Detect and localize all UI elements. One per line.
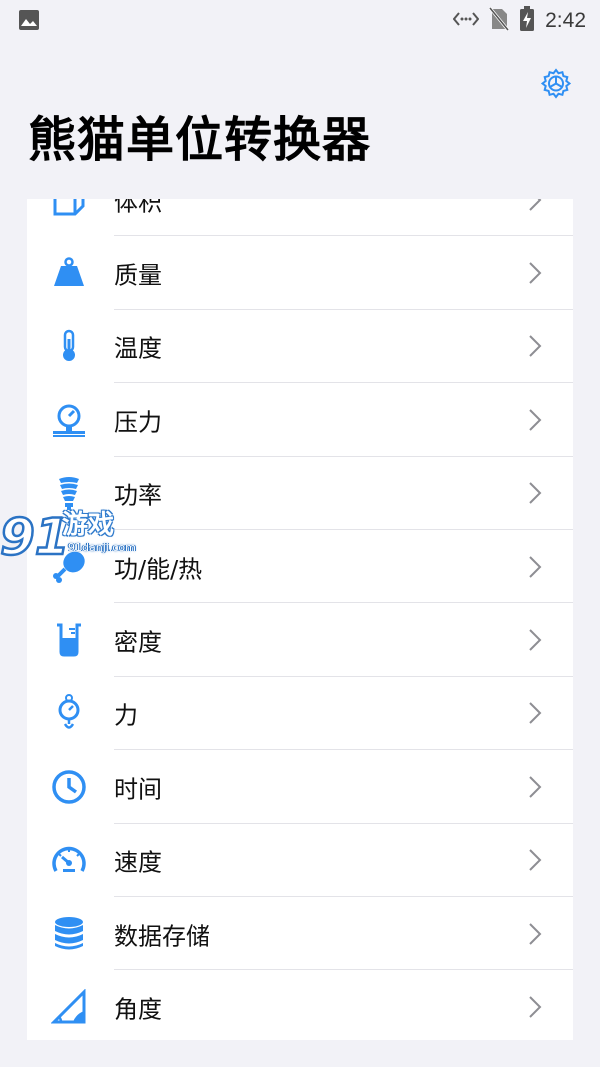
list-item-density[interactable]: 密度 bbox=[27, 603, 573, 677]
volume-cube-icon bbox=[49, 199, 89, 220]
list-item-pressure[interactable]: 压力 bbox=[27, 383, 573, 457]
image-icon bbox=[18, 9, 40, 35]
watermark-domain: 91danji.com bbox=[68, 541, 136, 554]
list-item-label: 角度 bbox=[114, 995, 162, 1024]
chevron-right-icon bbox=[527, 701, 543, 725]
list-item-label: 力 bbox=[114, 701, 138, 730]
list-item-label: 质量 bbox=[114, 261, 162, 290]
chevron-right-icon bbox=[527, 408, 543, 432]
status-time: 2:42 bbox=[545, 9, 586, 32]
list-item-angle[interactable]: 角度 bbox=[27, 970, 573, 1040]
angle-ruler-icon bbox=[49, 987, 89, 1027]
chevron-right-icon bbox=[527, 628, 543, 652]
battery-charging-icon bbox=[519, 6, 535, 36]
chevron-right-icon bbox=[527, 922, 543, 946]
watermark-brand: 游戏 bbox=[62, 510, 115, 540]
list-item-volume[interactable]: 体积 bbox=[27, 199, 573, 237]
list-item-label: 密度 bbox=[114, 628, 162, 657]
page-title: 熊猫单位转换器 bbox=[28, 112, 372, 168]
settings-button[interactable] bbox=[540, 68, 572, 100]
list-item-label: 时间 bbox=[114, 775, 162, 804]
weight-icon bbox=[49, 253, 89, 293]
database-icon bbox=[49, 914, 89, 954]
chevron-right-icon bbox=[527, 555, 543, 579]
list-item-data-storage[interactable]: 数据存储 bbox=[27, 897, 573, 971]
chevron-right-icon bbox=[527, 261, 543, 285]
no-sim-icon bbox=[488, 7, 510, 35]
svg-text:91: 91 bbox=[0, 508, 70, 566]
list-item-speed[interactable]: 速度 bbox=[27, 824, 573, 897]
list-item-label: 压力 bbox=[114, 408, 162, 437]
pressure-gauge-icon bbox=[49, 400, 89, 440]
list-item-mass[interactable]: 质量 bbox=[27, 236, 573, 310]
chevron-right-icon bbox=[527, 995, 543, 1019]
list-item-time[interactable]: 时间 bbox=[27, 750, 573, 824]
list-item-temperature[interactable]: 温度 bbox=[27, 310, 573, 384]
gear-icon bbox=[540, 68, 572, 99]
spring-scale-icon bbox=[49, 693, 89, 733]
chevron-right-icon bbox=[527, 848, 543, 872]
chevron-right-icon bbox=[527, 481, 543, 505]
chevron-right-icon bbox=[527, 199, 543, 212]
speedometer-icon bbox=[49, 840, 89, 880]
list-item-label: 速度 bbox=[114, 848, 162, 877]
list-item-label: 数据存储 bbox=[114, 922, 210, 951]
list-item-label: 体积 bbox=[114, 199, 162, 217]
thermometer-icon bbox=[49, 326, 89, 366]
chevron-right-icon bbox=[527, 334, 543, 358]
status-bar: 2:42 bbox=[0, 0, 600, 42]
list-item-force[interactable]: 力 bbox=[27, 677, 573, 751]
data-transfer-icon bbox=[452, 9, 480, 33]
clock-icon bbox=[49, 767, 89, 807]
unit-category-list: 体积 质量 温度 压力 功率 功/能/热 密度 力 时间 速度 数据存储 角度 bbox=[27, 199, 573, 1040]
chevron-right-icon bbox=[527, 775, 543, 799]
beaker-icon bbox=[49, 620, 89, 660]
list-item-label: 温度 bbox=[114, 334, 162, 363]
